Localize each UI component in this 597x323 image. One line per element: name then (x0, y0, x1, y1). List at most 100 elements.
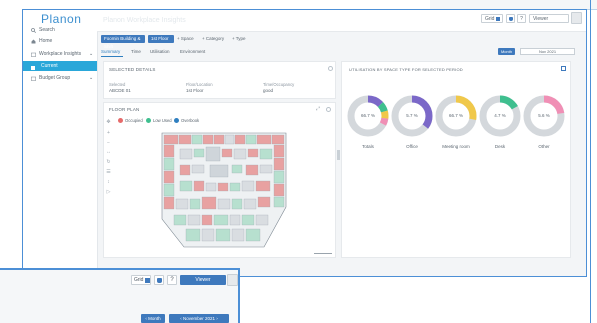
utilisation-donuts (347, 95, 565, 137)
month-button[interactable]: Month (498, 48, 515, 55)
filter-label: Category (205, 36, 225, 41)
panel-title: FLOOR PLAN (109, 107, 140, 112)
date-range-picker[interactable]: Nov 2021 (520, 48, 575, 55)
planon-logo: Planon (41, 12, 82, 26)
zoom-out-icon[interactable]: − (106, 141, 111, 146)
user-name: Viewer (533, 16, 549, 22)
tab-summary[interactable]: Summary (101, 49, 120, 54)
sidebar: Planon Search Home Workplace Insights ⌄ … (23, 10, 98, 276)
sidebar-item-label: Home (39, 38, 53, 44)
filter-chip-floor[interactable]: 1st Floor (148, 35, 174, 43)
donut-value: 4.7 % (494, 113, 506, 118)
zoom-in-icon[interactable]: + (106, 131, 111, 136)
month-label: Month (148, 316, 161, 321)
view-label: Grid (485, 16, 495, 22)
month-label: Month (500, 49, 513, 54)
help-button[interactable]: ? (517, 14, 526, 23)
detail-label: Selected (109, 82, 126, 87)
detail-value: 1st Floor (186, 88, 204, 93)
legend-swatch-overbook (174, 118, 179, 123)
sidebar-item-home[interactable]: Home (23, 37, 97, 46)
splitter-handle[interactable] (337, 150, 340, 160)
donut-label: Meeting room (442, 144, 470, 149)
view-toggle[interactable]: Grid (481, 14, 503, 23)
panel-title: UTILISATION BY SPACE TYPE FOR SELECTED P… (349, 67, 463, 72)
user-menu[interactable]: Viewer (180, 275, 226, 285)
page-title: Planon Workplace Insights (103, 17, 186, 24)
help-icon: ? (170, 277, 174, 283)
filter-chip-building[interactable]: Foomin Building & Shift (101, 35, 145, 49)
collapse-button[interactable] (571, 12, 582, 24)
secondary-window-body: Grid ? Viewer ‹ Month ‹ November 2021 › (0, 270, 238, 323)
info-icon[interactable] (328, 66, 333, 71)
sidebar-item-current[interactable]: Current (23, 61, 97, 71)
folder-icon (31, 76, 36, 81)
view-label: Grid (134, 277, 144, 283)
help-button[interactable]: ? (167, 275, 177, 285)
sidebar-item-label: Budget Group (39, 75, 71, 81)
donut-label: Totals (362, 144, 374, 149)
sidebar-item-label: Current (41, 63, 58, 69)
donut-label: Other (538, 144, 550, 149)
grid-icon (145, 278, 150, 283)
selected-details-panel: SELECTED DETAILS Selected ABCDE 01 Floor… (103, 61, 336, 99)
move-icon[interactable]: ↕ (106, 180, 111, 185)
layers-icon[interactable]: ☰ (106, 170, 111, 175)
filter-space[interactable]: + Space (177, 35, 194, 43)
donut-label: Desk (494, 144, 506, 149)
select-icon[interactable]: ▷ (106, 190, 111, 195)
help-icon: ? (520, 16, 523, 22)
pan-icon[interactable]: ✥ (106, 120, 111, 125)
dashboard-icon (31, 64, 36, 70)
month-button[interactable]: ‹ Month (141, 314, 165, 323)
bell-icon (157, 278, 162, 283)
floor-plan-panel: FLOOR PLAN ⤢ ✥ + − ↔ ↻ ☰ ↕ ▷ Occupied Lo… (103, 102, 336, 258)
search-icon (31, 28, 37, 34)
sidebar-item-search[interactable]: Search (23, 26, 97, 35)
info-icon[interactable] (326, 107, 331, 112)
folder-icon (31, 52, 36, 57)
home-icon (31, 39, 36, 44)
filter-type[interactable]: + Type (232, 35, 246, 43)
notification-button[interactable] (506, 14, 515, 23)
notification-button[interactable] (154, 275, 164, 285)
tab-time[interactable]: Time (131, 49, 141, 54)
tab-bar: Summary Time Utilisation Environment Mon… (97, 47, 586, 59)
user-menu[interactable]: Viewer (529, 14, 569, 23)
donut-label: Office (406, 144, 418, 149)
donut-value: 66.7 % (360, 113, 375, 118)
tab-environment[interactable]: Environment (180, 49, 205, 54)
panel-title: SELECTED DETAILS (109, 67, 156, 72)
reset-icon[interactable]: ↻ (106, 160, 111, 165)
floor-plan-map[interactable] (154, 129, 294, 254)
header-bar: Planon Workplace Insights Grid ? Viewer (97, 10, 586, 32)
date-range-picker[interactable]: ‹ November 2021 › (169, 314, 229, 323)
scale-bar (314, 253, 332, 254)
filter-label: Space (180, 36, 194, 41)
view-toggle[interactable]: Grid (131, 275, 151, 285)
fit-icon[interactable]: ↔ (106, 150, 111, 155)
donut-value: 5.7 % (406, 113, 418, 118)
detail-label: Time/Occupancy (263, 82, 295, 87)
main-app-window: Planon Search Home Workplace Insights ⌄ … (22, 9, 587, 277)
chevron-down-icon: ⌄ (89, 51, 94, 57)
background-window-edge (590, 0, 591, 323)
chevron-down-icon: ⌄ (89, 75, 94, 81)
tab-utilisation[interactable]: Utilisation (150, 49, 170, 54)
collapse-button[interactable] (227, 274, 238, 286)
sidebar-item-label: Workplace Insights (39, 51, 82, 57)
sidebar-item-workplace-insights[interactable]: Workplace Insights ⌄ (23, 50, 97, 59)
donut-value: 5.6 % (538, 113, 550, 118)
expand-icon[interactable]: ⤢ (316, 106, 320, 112)
export-icon[interactable] (561, 66, 566, 71)
grid-icon (496, 17, 500, 21)
utilisation-panel: UTILISATION BY SPACE TYPE FOR SELECTED P… (341, 61, 571, 258)
filter-chip-label: 1st Floor (151, 36, 169, 41)
bell-icon (509, 17, 513, 21)
legend-label: Occupied (125, 118, 143, 123)
sidebar-item-budget-group[interactable]: Budget Group ⌄ (23, 74, 97, 83)
filter-category[interactable]: + Category (202, 35, 224, 43)
active-tab-indicator (101, 56, 123, 57)
filter-label: Type (235, 36, 246, 41)
donut-value: 66.7 % (448, 113, 463, 118)
